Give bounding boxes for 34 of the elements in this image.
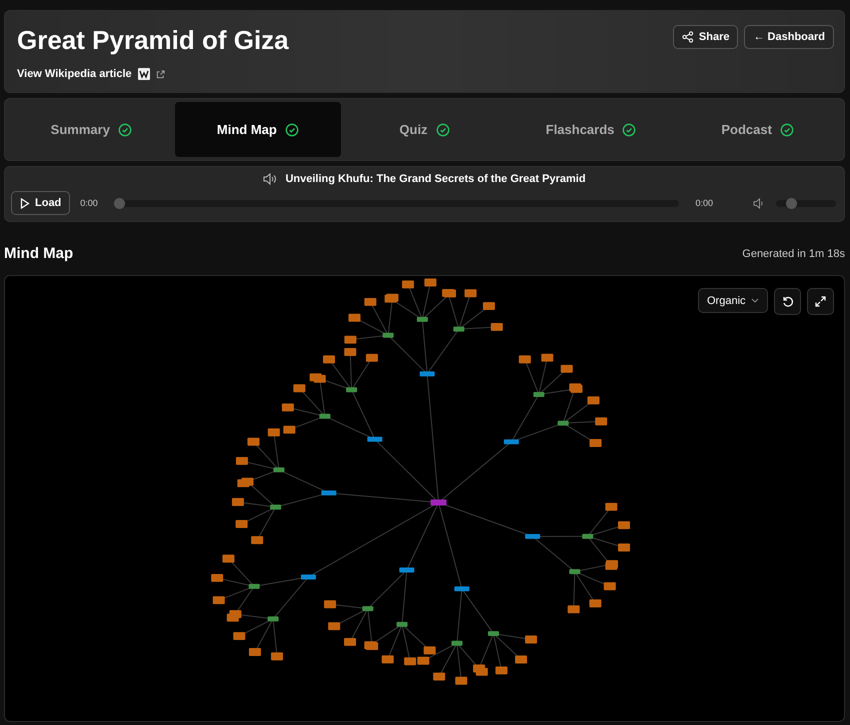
expand-icon <box>815 296 826 307</box>
dashboard-button[interactable]: ← Dashboard <box>744 25 834 49</box>
layout-dropdown[interactable]: Organic <box>698 288 768 313</box>
tab[interactable]: Summary <box>8 102 175 157</box>
generation-time: Generated in 1m 18s <box>742 248 845 260</box>
wikipedia-icon <box>138 68 150 80</box>
share-icon <box>682 31 694 43</box>
chevron-down-icon <box>751 298 759 303</box>
play-icon <box>20 198 30 208</box>
section-title: Mind Map <box>4 245 74 262</box>
volume-slider[interactable] <box>776 200 836 206</box>
mind-map-canvas[interactable]: Organic <box>4 275 845 722</box>
elapsed-time: 0:00 <box>80 198 98 208</box>
page-title: Great Pyramid of Giza <box>17 25 289 56</box>
wikipedia-link[interactable]: View Wikipedia article <box>17 68 132 80</box>
duration-time: 0:00 <box>695 198 713 208</box>
check-circle-icon <box>780 122 794 136</box>
reset-button[interactable] <box>774 288 801 315</box>
external-link-icon <box>156 70 165 78</box>
tab[interactable]: Mind Map <box>174 102 342 157</box>
check-circle-icon <box>284 122 299 136</box>
check-circle-icon <box>622 122 636 136</box>
speaker-icon <box>263 173 278 185</box>
load-button[interactable]: Load <box>11 191 70 215</box>
check-circle-icon <box>436 122 450 136</box>
tab[interactable]: Podcast <box>674 102 841 157</box>
check-circle-icon <box>118 122 132 136</box>
rotate-icon <box>782 296 794 308</box>
podcast-title: Unveiling Khufu: The Grand Secrets of the Great Pyramid <box>285 173 586 185</box>
tab[interactable]: Quiz <box>341 102 508 157</box>
share-button[interactable]: Share <box>672 25 738 49</box>
progress-slider[interactable] <box>114 200 680 206</box>
fullscreen-button[interactable] <box>807 288 834 315</box>
tab[interactable]: Flashcards <box>508 102 674 157</box>
